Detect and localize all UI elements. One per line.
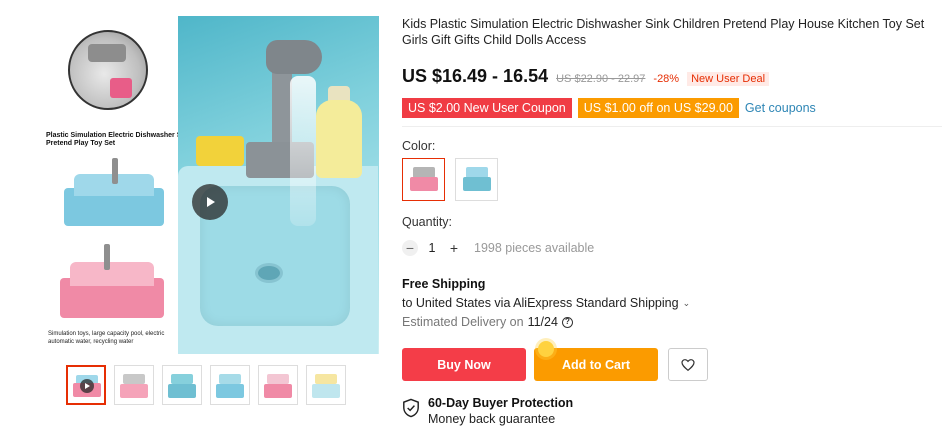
play-video-button[interactable]: [192, 184, 228, 220]
image-info-panel: Plastic Simulation Electric Dishwasher S…: [0, 16, 192, 354]
color-option-blue[interactable]: [455, 158, 498, 201]
coupon-row: US $2.00 New User Coupon US $1.00 off on…: [402, 98, 816, 118]
image-caption: Simulation toys, large capacity pool, el…: [48, 331, 165, 345]
thumbnail-strip: [66, 365, 346, 407]
divider: [402, 126, 942, 127]
coin-icon: [538, 341, 554, 357]
color-swatches: [402, 158, 498, 201]
protection-title: 60-Day Buyer Protection: [428, 396, 574, 410]
quantity-label: Quantity:: [402, 215, 453, 229]
shield-check-icon: [403, 398, 419, 418]
faucet-icon: [104, 244, 110, 270]
thumbnail-video[interactable]: [66, 365, 106, 405]
thumbnail-image[interactable]: [306, 365, 346, 405]
play-icon: [207, 197, 215, 207]
chevron-down-icon: ⌄: [682, 297, 691, 308]
wishlist-button[interactable]: [668, 348, 708, 381]
delivery-date: 11/24: [527, 315, 558, 329]
color-option-pink[interactable]: [402, 158, 445, 201]
shipping-destination: to United States via AliExpress Standard…: [402, 296, 679, 310]
current-price: US $16.49 - 16.54: [402, 66, 549, 86]
help-icon[interactable]: ?: [561, 316, 573, 328]
faucet-icon: [112, 158, 118, 184]
new-user-deal-badge: New User Deal: [687, 72, 770, 86]
pink-sink-image: [60, 262, 164, 318]
quantity-stepper: − 1 + 1998 pieces available: [402, 240, 594, 256]
stock-available: 1998 pieces available: [474, 241, 595, 255]
product-title: Kids Plastic Simulation Electric Dishwas…: [402, 17, 925, 47]
original-price: US $22.90 - 22.97: [556, 73, 646, 85]
main-product-image[interactable]: Plastic Simulation Electric Dishwasher S…: [0, 16, 379, 354]
play-icon: [80, 379, 94, 393]
heart-icon: [681, 358, 695, 371]
thumbnail-image[interactable]: [114, 365, 154, 405]
buyer-protection: 60-Day Buyer Protection Money back guara…: [402, 396, 573, 427]
delivery-label: Estimated Delivery on: [402, 315, 524, 329]
color-label: Color:: [402, 139, 436, 153]
add-to-cart-label: Add to Cart: [561, 357, 631, 372]
protection-subtitle: Money back guarantee: [428, 412, 556, 426]
get-coupons-link[interactable]: Get coupons: [745, 101, 816, 115]
quantity-value[interactable]: 1: [426, 241, 438, 255]
quantity-decrease-button[interactable]: −: [402, 240, 418, 256]
price-row: US $16.49 - 16.54 US $22.90 - 22.97 -28%…: [402, 66, 770, 87]
shipping-method-selector[interactable]: to United States via AliExpress Standard…: [402, 296, 690, 310]
estimated-delivery: Estimated Delivery on 11/24 ?: [402, 315, 573, 329]
threshold-coupon[interactable]: US $1.00 off on US $29.00: [577, 98, 739, 118]
product-gallery: Plastic Simulation Electric Dishwasher S…: [0, 0, 390, 438]
new-user-coupon[interactable]: US $2.00 New User Coupon: [402, 98, 572, 118]
quantity-increase-button[interactable]: +: [446, 240, 462, 256]
shipping-title: Free Shipping: [402, 277, 486, 291]
thumbnail-image[interactable]: [210, 365, 250, 405]
discount-badge: -28%: [653, 73, 680, 85]
blue-sink-image: [64, 174, 164, 226]
faucet-closeup-image: [68, 30, 148, 110]
thumbnail-image[interactable]: [162, 365, 202, 405]
action-buttons: Buy Now Add to Cart: [402, 341, 708, 381]
image-heading: Plastic Simulation Electric Dishwasher S…: [46, 132, 192, 147]
add-to-cart-button[interactable]: Add to Cart: [534, 341, 658, 381]
buy-now-button[interactable]: Buy Now: [402, 348, 526, 381]
thumbnail-image[interactable]: [258, 365, 298, 405]
